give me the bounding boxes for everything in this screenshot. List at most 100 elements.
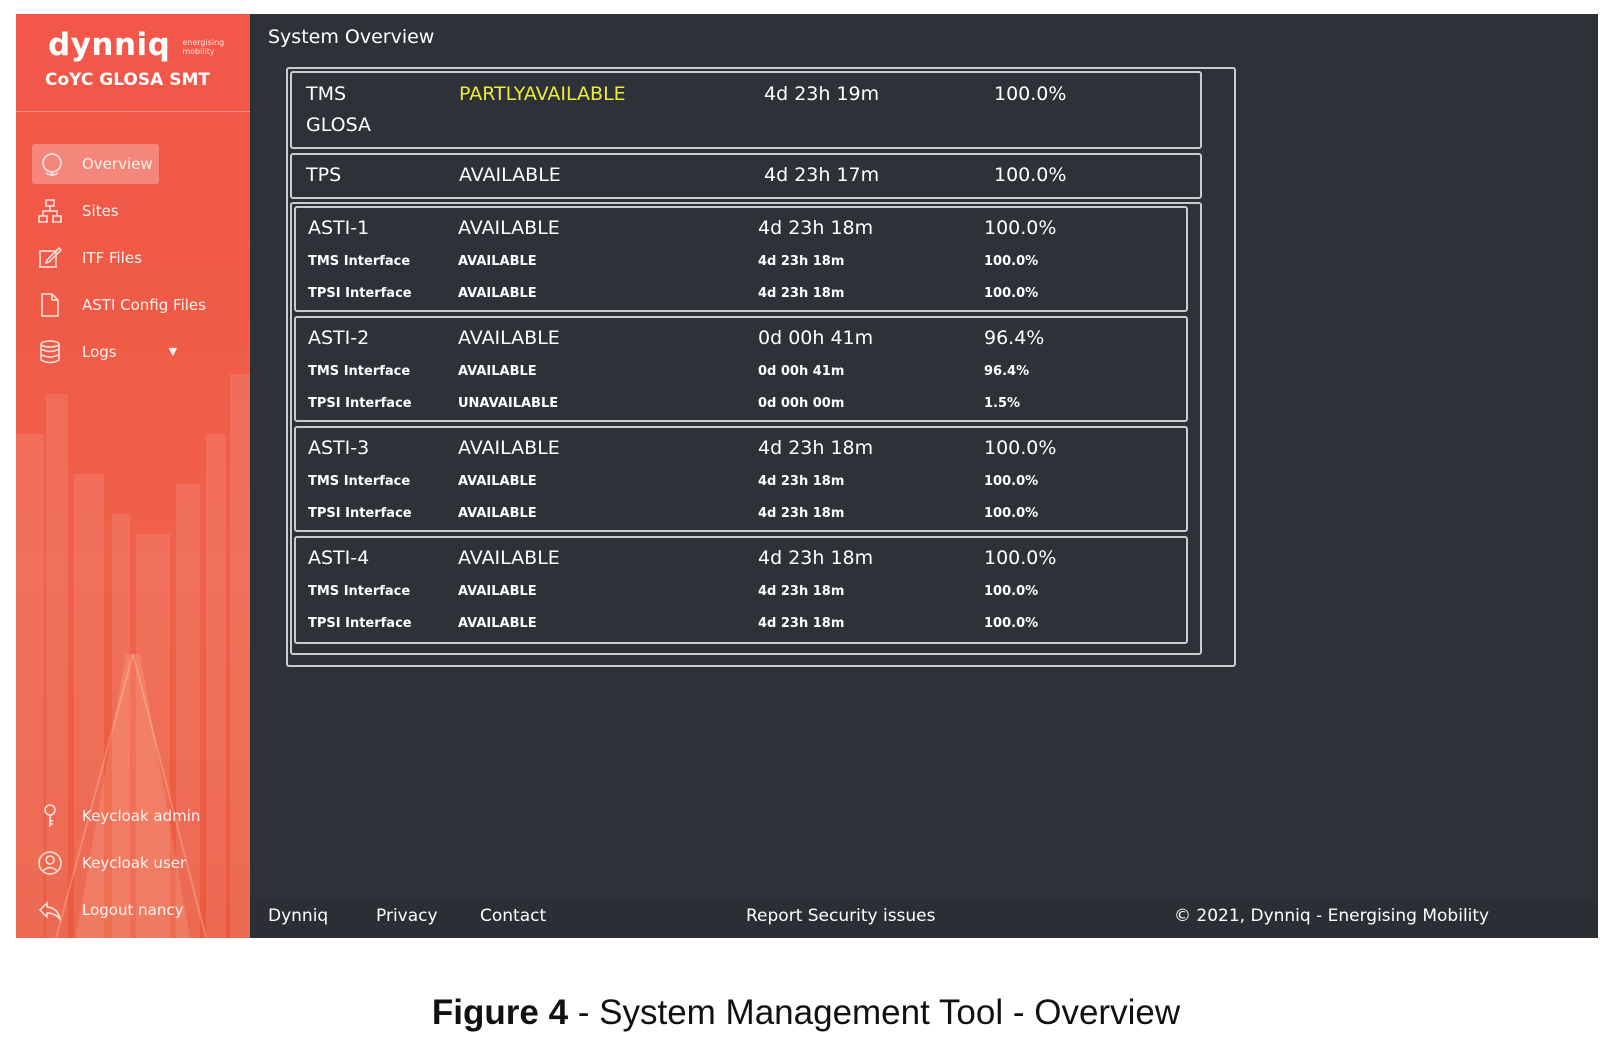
- footer-link-contact[interactable]: Contact: [480, 906, 546, 926]
- reply-icon: [34, 894, 66, 926]
- dynniq-logo: dynniq: [48, 27, 171, 63]
- interface-label: TMS Interface: [308, 254, 411, 269]
- availability-value: 96.4%: [984, 327, 1045, 349]
- interface-availability: 100.0%: [984, 474, 1039, 489]
- page-title: System Overview: [268, 26, 435, 48]
- interface-label: TPSI Interface: [308, 286, 412, 301]
- interface-status: AVAILABLE: [458, 474, 537, 489]
- interface-uptime: 4d 23h 18m: [758, 616, 845, 631]
- status-badge: PARTLYAVAILABLE: [459, 83, 626, 105]
- status-badge: AVAILABLE: [458, 437, 560, 459]
- interface-label: TPSI Interface: [308, 616, 412, 631]
- availability-value: 100.0%: [984, 217, 1057, 239]
- brand-header: dynniq energising mobility CoYC GLOSA SMT: [16, 14, 250, 112]
- app-window: dynniq energising mobility CoYC GLOSA SMT…: [16, 14, 1598, 938]
- system-row-tms[interactable]: TMS GLOSA PARTLYAVAILABLE 4d 23h 19m 100…: [290, 71, 1202, 149]
- sidebar-item-logs[interactable]: Logs ▼: [16, 328, 250, 375]
- sidebar-item-label: Logs: [82, 342, 117, 361]
- interface-uptime: 0d 00h 00m: [758, 396, 845, 411]
- footer-link-report-security[interactable]: Report Security issues: [746, 906, 936, 926]
- interface-uptime: 4d 23h 18m: [758, 254, 845, 269]
- interface-uptime: 4d 23h 18m: [758, 506, 845, 521]
- sidebar-item-logout[interactable]: Logout nancy: [16, 886, 250, 933]
- sidebar-item-label: Sites: [82, 201, 119, 220]
- interface-status: UNAVAILABLE: [458, 396, 559, 411]
- product-name: CoYC GLOSA SMT: [45, 70, 210, 90]
- edit-icon: [34, 242, 66, 274]
- uptime-value: 4d 23h 18m: [758, 547, 874, 569]
- asti-name: ASTI-4: [308, 547, 370, 569]
- system-name: TMS: [306, 83, 347, 105]
- interface-status: AVAILABLE: [458, 286, 537, 301]
- asti-name: ASTI-3: [308, 437, 370, 459]
- interface-label: TMS Interface: [308, 364, 411, 379]
- uptime-value: 4d 23h 17m: [764, 164, 880, 186]
- main-content: System Overview TMS GLOSA PARTLYAVAILABL…: [250, 14, 1598, 938]
- sidebar-item-keycloak-admin[interactable]: Keycloak admin: [16, 792, 250, 839]
- sidebar-item-keycloak-user[interactable]: Keycloak user: [16, 839, 250, 886]
- uptime-value: 4d 23h 19m: [764, 83, 880, 105]
- footer-link-dynniq[interactable]: Dynniq: [268, 906, 328, 926]
- figure-caption-text: - System Management Tool - Overview: [568, 993, 1181, 1032]
- interface-availability: 96.4%: [984, 364, 1030, 379]
- interface-label: TPSI Interface: [308, 506, 412, 521]
- figure-caption: Figure 4 - System Management Tool - Over…: [0, 993, 1612, 1033]
- sidebar-item-overview[interactable]: Overview: [16, 140, 250, 187]
- asti-row[interactable]: ASTI-3 AVAILABLE 4d 23h 18m 100.0% TMS I…: [294, 426, 1188, 532]
- interface-label: TMS Interface: [308, 474, 411, 489]
- interface-uptime: 0d 00h 41m: [758, 364, 845, 379]
- sidebar-item-sites[interactable]: Sites: [16, 187, 250, 234]
- interface-availability: 100.0%: [984, 254, 1039, 269]
- interface-status: AVAILABLE: [458, 506, 537, 521]
- globe-icon: [36, 148, 68, 180]
- sidebar-item-asti-config-files[interactable]: ASTI Config Files: [16, 281, 250, 328]
- asti-name: ASTI-2: [308, 327, 370, 349]
- sidebar-nav: Overview Sites ITF Files ASTI Config Fil…: [16, 140, 250, 375]
- interface-uptime: 4d 23h 18m: [758, 584, 845, 599]
- footer: Dynniq Privacy Contact Report Security i…: [250, 898, 1598, 938]
- system-name: TPS: [306, 164, 342, 186]
- uptime-value: 0d 00h 41m: [758, 327, 874, 349]
- interface-status: AVAILABLE: [458, 254, 537, 269]
- interface-status: AVAILABLE: [458, 364, 537, 379]
- caret-down-icon[interactable]: ▼: [169, 345, 177, 358]
- system-row-tps[interactable]: TPS AVAILABLE 4d 23h 17m 100.0%: [290, 153, 1202, 199]
- interface-availability: 100.0%: [984, 506, 1039, 521]
- interface-availability: 100.0%: [984, 286, 1039, 301]
- availability-value: 100.0%: [984, 437, 1057, 459]
- uptime-value: 4d 23h 18m: [758, 437, 874, 459]
- status-badge: AVAILABLE: [459, 164, 561, 186]
- interface-label: TPSI Interface: [308, 396, 412, 411]
- system-status-panel: TMS GLOSA PARTLYAVAILABLE 4d 23h 19m 100…: [286, 67, 1236, 667]
- availability-value: 100.0%: [994, 83, 1067, 105]
- interface-uptime: 4d 23h 18m: [758, 474, 845, 489]
- footer-link-privacy[interactable]: Privacy: [376, 906, 438, 926]
- status-badge: AVAILABLE: [458, 327, 560, 349]
- sidebar-bottom-nav: Keycloak admin Keycloak user Logout nanc…: [16, 792, 250, 933]
- sidebar-item-itf-files[interactable]: ITF Files: [16, 234, 250, 281]
- asti-row[interactable]: ASTI-4 AVAILABLE 4d 23h 18m 100.0% TMS I…: [294, 536, 1188, 644]
- figure-label: Figure 4: [431, 993, 569, 1032]
- status-badge: AVAILABLE: [458, 217, 560, 239]
- system-name-line2: GLOSA: [306, 114, 371, 136]
- sidebar-item-label: Keycloak admin: [82, 806, 201, 825]
- sitemap-icon: [34, 195, 66, 227]
- interface-status: AVAILABLE: [458, 584, 537, 599]
- availability-value: 100.0%: [984, 547, 1057, 569]
- database-icon: [34, 336, 66, 368]
- asti-row[interactable]: ASTI-1 AVAILABLE 4d 23h 18m 100.0% TMS I…: [294, 206, 1188, 312]
- status-badge: AVAILABLE: [458, 547, 560, 569]
- sidebar-item-label: ITF Files: [82, 248, 142, 267]
- brand-tagline: energising mobility: [182, 38, 225, 56]
- interface-availability: 1.5%: [984, 396, 1021, 411]
- file-icon: [34, 289, 66, 321]
- interface-uptime: 4d 23h 18m: [758, 286, 845, 301]
- asti-row[interactable]: ASTI-2 AVAILABLE 0d 00h 41m 96.4% TMS In…: [294, 316, 1188, 422]
- sidebar-item-label: ASTI Config Files: [82, 295, 206, 314]
- sidebar-item-label: Logout nancy: [82, 900, 184, 919]
- sidebar-item-label: Keycloak user: [82, 853, 187, 872]
- footer-copyright: © 2021, Dynniq - Energising Mobility: [1174, 906, 1490, 926]
- sidebar-item-label: Overview: [82, 154, 153, 173]
- interface-label: TMS Interface: [308, 584, 411, 599]
- user-icon: [34, 847, 66, 879]
